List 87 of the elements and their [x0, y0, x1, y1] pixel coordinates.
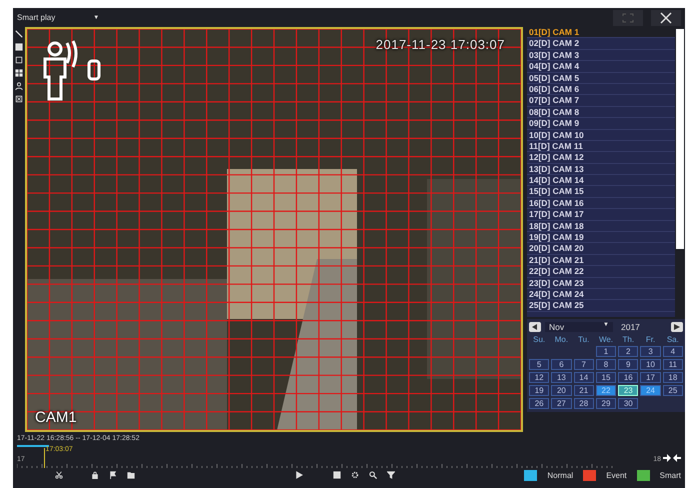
calendar-day[interactable]: 7: [574, 359, 594, 370]
camera-list-item[interactable]: 06[D] CAM 6: [527, 84, 675, 96]
camera-list-item[interactable]: 22[D] CAM 22: [527, 266, 675, 278]
legend-label: Event: [606, 470, 627, 480]
calendar-day[interactable]: 2: [618, 346, 638, 357]
camera-list-item[interactable]: 23[D] CAM 23: [527, 278, 675, 289]
close-icon: [660, 12, 672, 24]
weekday-label: Fr.: [644, 335, 656, 344]
camera-list-item[interactable]: 07[D] CAM 7: [527, 95, 675, 107]
scrollbar-thumb[interactable]: [676, 29, 684, 249]
left-triangle-icon: [532, 324, 538, 330]
weekday-label: Th.: [622, 335, 636, 344]
camera-list-item[interactable]: 19[D] CAM 19: [527, 232, 675, 244]
calendar-day[interactable]: 19: [529, 385, 550, 396]
camera-list-item[interactable]: 15[D] CAM 15: [527, 186, 675, 198]
camera-list-item[interactable]: 04[D] CAM 4: [527, 61, 675, 73]
calendar-day[interactable]: 1: [596, 346, 616, 357]
weekday-label: Su.: [532, 335, 546, 344]
calendar-day[interactable]: 20: [551, 385, 572, 396]
calendar-day[interactable]: 9: [618, 359, 638, 370]
calendar-day[interactable]: 14: [574, 372, 594, 383]
calendar-day[interactable]: 16: [618, 372, 638, 383]
next-month-button[interactable]: [671, 322, 683, 332]
line-icon[interactable]: [15, 30, 23, 38]
folder-icon[interactable]: [127, 471, 135, 479]
calendar-day[interactable]: 26: [529, 398, 550, 409]
filter-icon[interactable]: [387, 471, 395, 479]
fullscreen-icon: [622, 12, 634, 22]
camera-list-item[interactable]: 14[D] CAM 14: [527, 175, 675, 186]
calendar-day[interactable]: 12: [529, 372, 550, 383]
camera-list-item[interactable]: 02[D] CAM 2: [527, 38, 675, 50]
weekday-label: Tu.: [577, 335, 590, 344]
weekday-label: We.: [598, 335, 614, 344]
calendar-day[interactable]: 18: [662, 372, 683, 383]
calendar-day[interactable]: 5: [529, 359, 550, 370]
calendar-day[interactable]: 15: [596, 372, 616, 383]
camera-list-item[interactable]: 01[D] CAM 1: [527, 27, 675, 38]
camera-list-item[interactable]: 03[D] CAM 3: [527, 50, 675, 62]
clear-icon[interactable]: [15, 95, 23, 103]
year-field[interactable]: 2017: [617, 322, 667, 332]
stop-icon[interactable]: [333, 471, 341, 479]
camera-list-item[interactable]: 16[D] CAM 16: [527, 198, 675, 210]
camera-list-item[interactable]: 10[D] CAM 10: [527, 130, 675, 141]
calendar-day[interactable]: 28: [574, 398, 594, 409]
flag-icon[interactable]: [109, 471, 117, 479]
search-icon[interactable]: [369, 471, 377, 479]
calendar-day[interactable]: 6: [551, 359, 572, 370]
rectangle-icon[interactable]: [15, 56, 23, 64]
calendar-day[interactable]: 17: [640, 372, 661, 383]
camera-list-item[interactable]: 18[D] CAM 18: [527, 220, 675, 232]
calendar-day[interactable]: 25: [662, 385, 683, 396]
calendar-day[interactable]: 30: [618, 398, 638, 409]
zoom-arrows-icon[interactable]: [663, 454, 681, 462]
previous-month-button[interactable]: [529, 322, 541, 332]
camera-list-item[interactable]: 25[D] CAM 25: [527, 300, 675, 312]
close-button[interactable]: [651, 10, 681, 26]
camera-list-item[interactable]: 21[D] CAM 21: [527, 254, 675, 266]
legend-label: Smart: [660, 470, 681, 480]
camera-list-item[interactable]: 24[D] CAM 24: [527, 288, 675, 300]
calendar-day[interactable]: 3: [640, 346, 661, 357]
calendar-day[interactable]: 27: [551, 398, 572, 409]
play-icon[interactable]: [295, 471, 303, 479]
weekday-label: Mo.: [554, 335, 570, 344]
camera-list-item[interactable]: 17[D] CAM 17: [527, 209, 675, 221]
camera-list-item[interactable]: 13[D] CAM 13: [527, 164, 675, 176]
calendar-day[interactable]: 13: [551, 372, 572, 383]
weekday-label: Sa.: [666, 335, 680, 344]
dots-icon[interactable]: [15, 69, 23, 77]
gear-icon[interactable]: [351, 471, 359, 479]
calendar-day[interactable]: 29: [596, 398, 616, 409]
right-triangle-icon: [674, 324, 680, 330]
playback-cursor[interactable]: [44, 448, 45, 468]
person-icon[interactable]: [15, 82, 23, 90]
camera-list-item[interactable]: 11[D] CAM 11: [527, 140, 675, 152]
legend-label: Normal: [547, 470, 574, 480]
camera-list-item[interactable]: 08[D] CAM 8: [527, 106, 675, 118]
camera-list-item[interactable]: 12[D] CAM 12: [527, 152, 675, 164]
calendar-day[interactable]: 11: [662, 359, 683, 370]
lock-icon[interactable]: [91, 471, 99, 479]
calendar-day[interactable]: 4: [662, 346, 683, 357]
calendar-day[interactable]: 10: [640, 359, 661, 370]
camera-list-item[interactable]: 09[D] CAM 9: [527, 118, 675, 130]
scissors-icon[interactable]: [55, 471, 63, 479]
calendar-day[interactable]: 21: [574, 385, 594, 396]
camera-list-item[interactable]: 05[D] CAM 5: [527, 72, 675, 84]
camera-list-item[interactable]: 20[D] CAM 20: [527, 243, 675, 255]
calendar-day[interactable]: 8: [596, 359, 616, 370]
